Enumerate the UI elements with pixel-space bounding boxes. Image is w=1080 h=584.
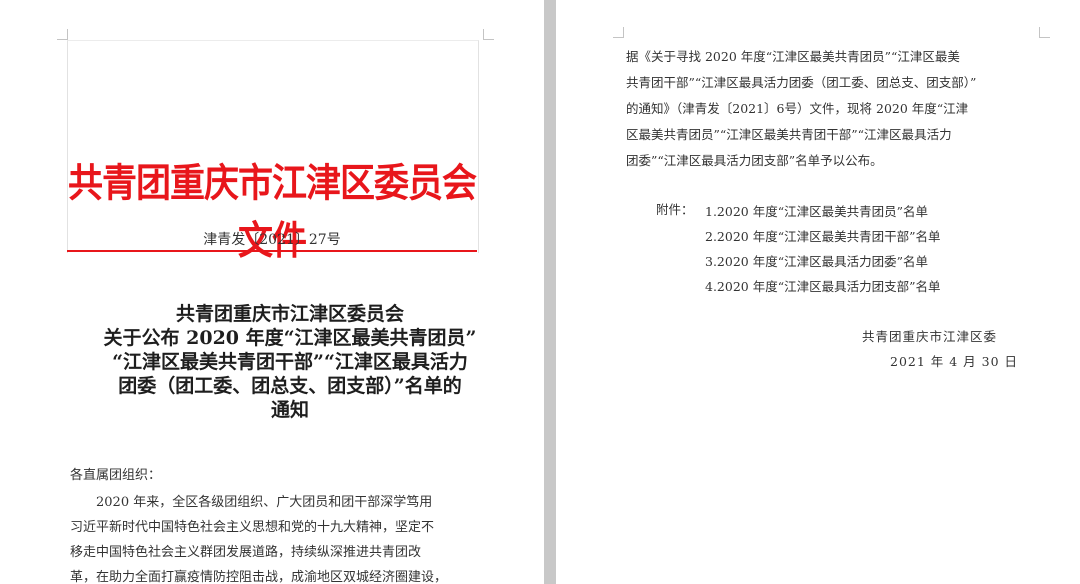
body-line: 移走中国特色社会主义群团发展道路，持续纵深推进共青团改 <box>70 545 422 560</box>
corner-mark-top-left <box>57 29 68 40</box>
paragraph-line: 区最美共青团员”“江津区最美共青团干部”“江津区最具活力 <box>626 127 952 142</box>
attachment-list: 1.2020 年度“江津区最美共青团员”名单 2.2020 年度“江津区最美共青… <box>705 199 941 299</box>
corner-mark-top-right <box>483 29 494 40</box>
attachment-item: 4.2020 年度“江津区最具活力团支部”名单 <box>705 279 941 294</box>
attachment-item: 3.2020 年度“江津区最具活力团委”名单 <box>705 254 928 269</box>
attachment-label: 附件： <box>656 202 694 217</box>
notice-title-line: “江津区最美共青团干部”“江津区最具活力 <box>112 351 468 373</box>
body-paragraph: 2020 年来，全区各级团组织、广大团员和团干部深学笃用 习近平新时代中国特色社… <box>70 490 492 584</box>
notice-title-line: 共青团重庆市江津区委员会 <box>175 303 404 325</box>
notice-title: 共青团重庆市江津区委员会 关于公布 2020 年度“江津区最美共青团员” “江津… <box>70 302 510 422</box>
notice-paragraph: 据《关于寻找 2020 年度“江津区最美共青团员”“江津区最美 共青团干部”“江… <box>626 44 1046 174</box>
paragraph-line: 的通知》（津青发〔2021〕6号）文件，现将 2020 年度“江津 <box>626 101 969 116</box>
notice-title-line: 通知 <box>270 399 309 421</box>
paragraph-line: 共青团干部”“江津区最具活力团委（团工委、团总支、团支部）” <box>626 75 977 90</box>
attachment-item: 2.2020 年度“江津区最美共青团干部”名单 <box>705 229 941 244</box>
document-page-left: 共青团重庆市江津区委员会文件 津青发〔2021〕27号 共青团重庆市江津区委员会… <box>0 0 544 584</box>
paragraph-line: 团委”“江津区最具活力团支部”名单予以公布。 <box>626 153 883 168</box>
signature-organization: 共青团重庆市江津区委 <box>862 329 998 344</box>
signature-date: 2021 年 4 月 30 日 <box>890 354 1019 369</box>
salutation: 各直属团组织： <box>70 468 162 483</box>
page-gutter <box>544 0 556 584</box>
attachment-item: 1.2020 年度“江津区最美共青团员”名单 <box>705 204 928 219</box>
notice-title-line: 团委（团工委、团总支、团支部）”名单的 <box>118 375 462 397</box>
body-line: 2020 年来，全区各级团组织、广大团员和团干部深学笃用 <box>96 495 433 510</box>
corner-mark-top-right <box>1039 27 1050 38</box>
corner-mark-top-left <box>613 27 624 38</box>
paragraph-line: 据《关于寻找 2020 年度“江津区最美共青团员”“江津区最美 <box>626 49 960 64</box>
notice-title-line: 关于公布 2020 年度“江津区最美共青团员” <box>103 327 477 349</box>
document-number: 津青发〔2021〕27号 <box>203 232 341 248</box>
document-page-right: 据《关于寻找 2020 年度“江津区最美共青团员”“江津区最美 共青团干部”“江… <box>556 0 1080 584</box>
body-line: 习近平新时代中国特色社会主义思想和党的十九大精神，坚定不 <box>70 520 435 535</box>
red-header-rule <box>67 250 477 252</box>
body-line: 革，在助力全面打赢疫情防控阻击战，成渝地区双城经济圈建设， <box>70 570 448 584</box>
